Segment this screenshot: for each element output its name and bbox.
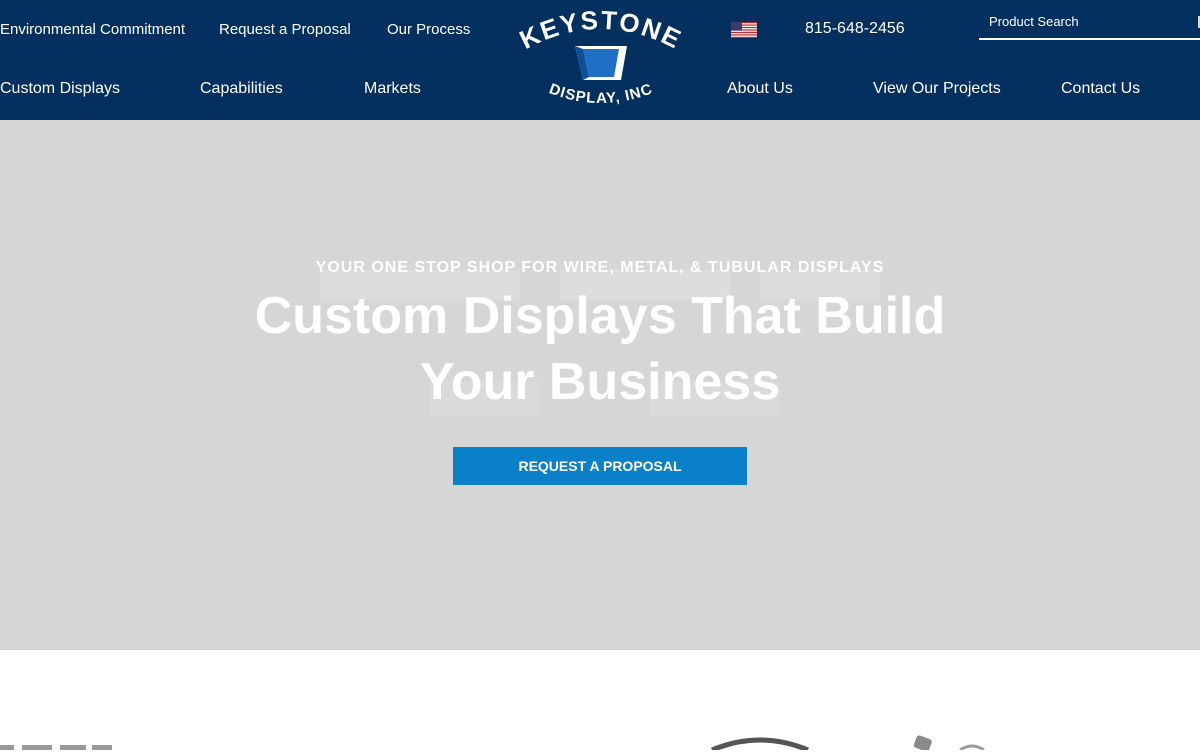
top-link-our-process[interactable]: Our Process xyxy=(387,21,470,38)
content-section xyxy=(0,650,1200,753)
nav-custom-displays[interactable]: Custom Displays xyxy=(0,80,120,98)
section-preview-graphics xyxy=(0,735,985,753)
nav-markets[interactable]: Markets xyxy=(364,80,421,98)
hero-eyebrow: YOUR ONE STOP SHOP FOR WIRE, METAL, & TU… xyxy=(315,259,885,276)
nav-capabilities[interactable]: Capabilities xyxy=(200,80,283,98)
nav-about-us[interactable]: About Us xyxy=(727,80,793,98)
hero-banner: YOUR ONE STOP SHOP FOR WIRE, METAL, & TU… xyxy=(0,120,1200,650)
top-link-environmental-commitment[interactable]: Environmental Commitment xyxy=(0,21,185,38)
svg-text:DISPLAY, INC: DISPLAY, INC xyxy=(547,80,655,107)
logo-bottom-text: DISPLAY, INC xyxy=(547,80,654,107)
request-proposal-button[interactable]: REQUEST A PROPOSAL xyxy=(453,447,747,485)
top-link-request-proposal[interactable]: Request a Proposal xyxy=(219,21,351,38)
search-input[interactable] xyxy=(979,6,1179,37)
us-flag-icon[interactable] xyxy=(731,22,757,38)
product-search xyxy=(979,6,1200,40)
phone-number[interactable]: 815-648-2456 xyxy=(805,20,905,38)
hero-title: Custom Displays That Build Your Business xyxy=(254,287,946,411)
nav-contact-us[interactable]: Contact Us xyxy=(1061,80,1140,98)
keystone-logo[interactable]: KEYSTONE DISPLAY, INC xyxy=(517,8,683,112)
site-header: Environmental Commitment Request a Propo… xyxy=(0,0,1200,120)
nav-view-our-projects[interactable]: View Our Projects xyxy=(873,80,1001,98)
